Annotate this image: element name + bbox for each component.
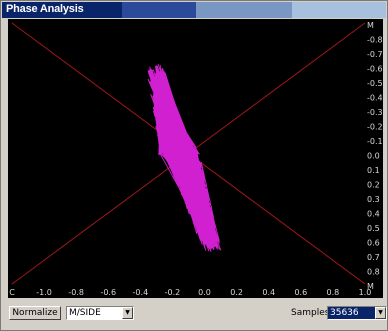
window-title: Phase Analysis [6,3,84,15]
y-tick-label: 0.3 [367,195,380,204]
x-tick-label: 0.8 [327,288,340,297]
x-tick-label: 1.0 [359,288,372,297]
y-tick-label: -0.1 [367,137,383,146]
y-tick-label: -0.7 [367,50,383,59]
y-tick-label: -0.8 [367,36,383,45]
x-tick-label: -0.8 [68,288,84,297]
triangle-down-icon[interactable]: ▼ [375,307,386,319]
phase-trace [147,63,222,252]
x-tick-label: -0.6 [100,288,116,297]
title-bar-segment [292,2,386,18]
y-tick-label: 0.0 [367,152,380,161]
y-tick-label: -0.4 [367,94,383,103]
phase-scope-svg: M -0.8 -0.7 -0.6 -0.5 -0.4 -0.3 -0.2 -0.1 0.0 0.1 0… [9,21,383,297]
title-bar-segment [122,2,196,18]
y-tick-label: 0.5 [367,224,380,233]
samples-label: Samples [291,308,330,318]
mode-dropdown[interactable]: M/SIDE ▼ [66,306,134,320]
x-tick-label: 0.6 [294,288,307,297]
x-tick-label: 0.0 [198,288,211,297]
triangle-down-icon[interactable]: ▼ [122,307,133,319]
samples-dropdown[interactable]: 35636 ▼ [327,306,387,320]
phase-analysis-window: Phase Analysis M -0.8 -0.7 -0.6 -0.5 -0.4 -0.3… [0,0,388,331]
y-tick-label: -0.6 [367,65,383,74]
y-tick-label: 0.8 [367,268,380,277]
y-tick-label: -0.2 [367,123,383,132]
normalize-button[interactable]: Normalize [9,306,61,320]
title-bar-segment [196,2,292,18]
y-tick-label: 0.4 [367,210,380,219]
y-tick-label: 0.1 [367,166,380,175]
x-tick-label: 0.2 [230,288,243,297]
mode-value: M/SIDE [69,308,101,318]
phase-scope-plot: M -0.8 -0.7 -0.6 -0.5 -0.4 -0.3 -0.2 -0.1 0.0 0.1 0… [8,19,383,298]
y-tick-label: -0.5 [367,79,383,88]
y-tick-label: 0.7 [367,253,380,262]
y-tick-label: M [367,21,374,30]
y-tick-label: 0.2 [367,181,380,190]
x-tick-label: -1.0 [36,288,52,297]
x-tick-label: -0.4 [133,288,149,297]
y-tick-label: 0.6 [367,239,380,248]
title-bar[interactable]: Phase Analysis [2,2,386,18]
y-tick-label: -0.3 [367,108,383,117]
x-tick-label: -0.2 [165,288,181,297]
samples-value: 35636 [330,308,359,318]
x-tick-label: C [9,288,15,297]
x-tick-label: 0.4 [262,288,275,297]
